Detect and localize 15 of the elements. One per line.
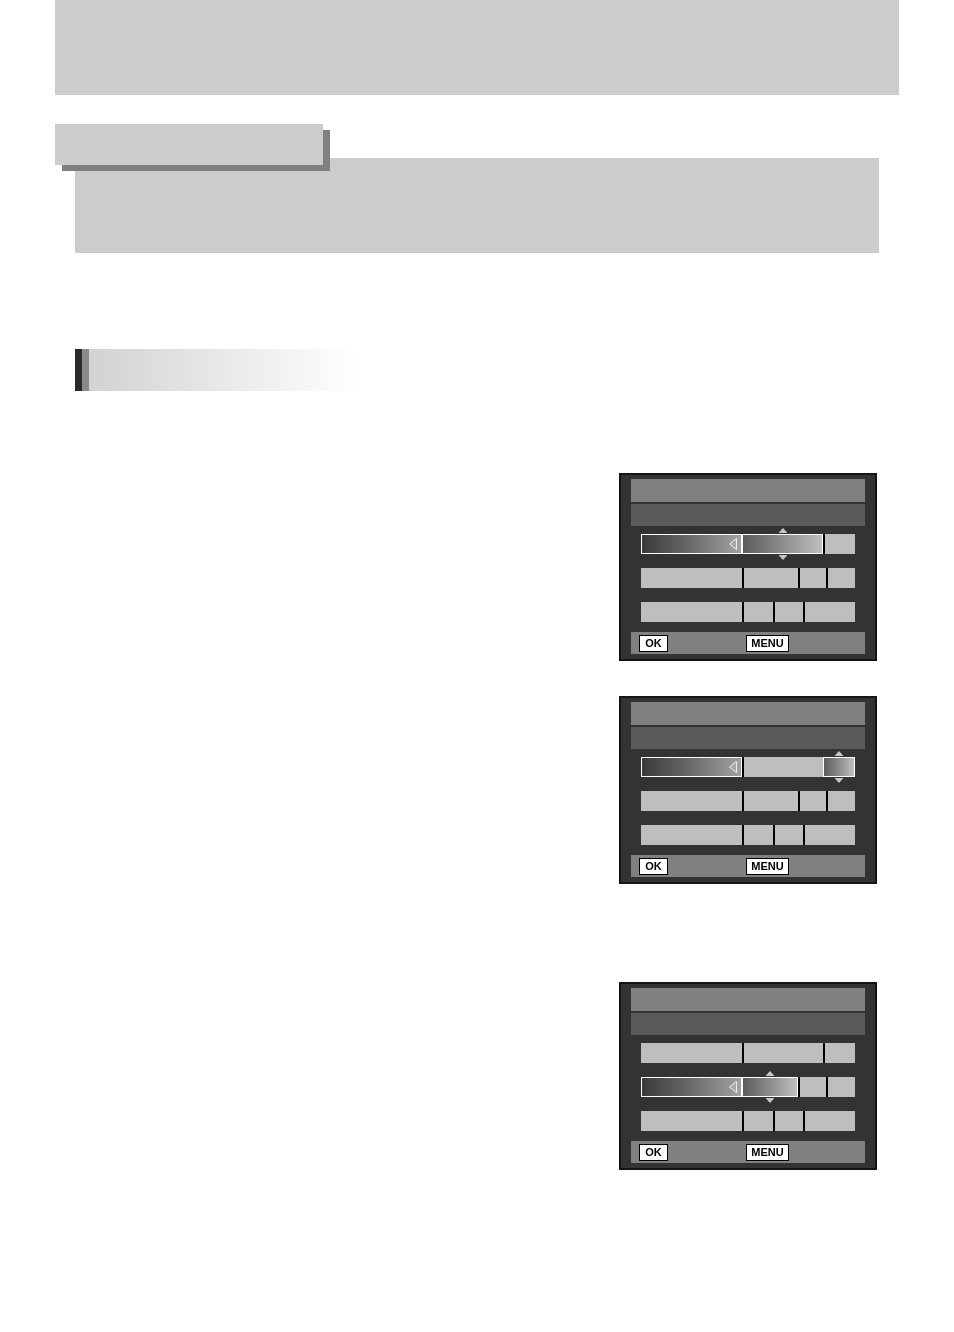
- ok-key-label: OK: [639, 634, 668, 652]
- ok-key-label: OK: [639, 1143, 668, 1161]
- up-triangle-icon: [765, 1071, 775, 1076]
- menu-key-label: MENU: [746, 857, 789, 875]
- menu-key-label: MENU: [746, 1143, 789, 1161]
- left-triangle-icon: [729, 1081, 737, 1093]
- down-triangle-icon: [765, 1098, 775, 1103]
- left-triangle-icon: [729, 538, 737, 550]
- up-triangle-icon: [778, 528, 787, 533]
- left-triangle-icon: [729, 761, 737, 773]
- menu-key-label: MENU: [746, 634, 789, 652]
- ok-key-label: OK: [639, 857, 668, 875]
- down-triangle-icon: [778, 555, 787, 560]
- down-triangle-icon: [834, 778, 844, 783]
- up-triangle-icon: [834, 751, 844, 756]
